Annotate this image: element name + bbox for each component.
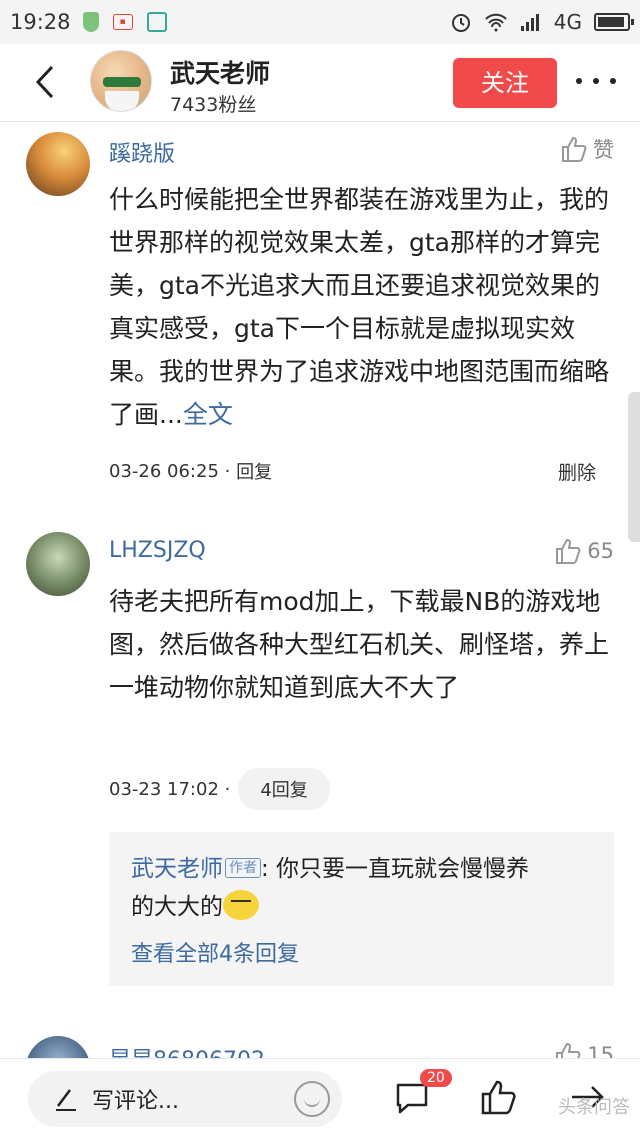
comment-username[interactable]: LHZSJZQ [109,538,206,563]
smirk-emoji-icon [223,890,259,920]
author-fans: 7433粉丝 [170,94,257,116]
comment-body: 什么时候能把全世界都装在游戏里为止，我的世界那样的视觉效果太差，gta那样的才算… [109,185,610,429]
glasses-shape [103,77,141,87]
more-icon[interactable] [576,78,616,86]
app-notification-icon: ▪ [112,14,133,30]
comment-username[interactable]: 蹊跷版 [109,136,175,168]
back-icon[interactable] [30,64,62,100]
bottom-bar: 写评论... 20 头条问答 [0,1058,640,1138]
reply-author[interactable]: 武天老师 [131,856,223,882]
comment-text: 什么时候能把全世界都装在游戏里为止，我的世界那样的视觉效果太差，gta那样的才算… [109,178,614,436]
network-type: 4G [553,10,582,34]
read-more-link[interactable]: 全文 [183,400,233,429]
view-all-replies-link[interactable]: 查看全部4条回复 [131,936,592,968]
shield-icon [82,12,99,32]
thumbs-up-icon [556,1042,581,1058]
delete-link[interactable]: 删除 [558,458,596,485]
like-button[interactable]: 赞 [559,134,614,164]
comment-item: LHZSJZQ 65 待老夫把所有mod加上，下载最NB的游戏地图，然后做各种大… [0,522,640,1002]
author-avatar[interactable] [90,50,152,112]
comment-text: 待老夫把所有mod加上，下载最NB的游戏地图，然后做各种大型红石机关、刷怪塔，养… [109,587,610,702]
comment-item: 昱昱86806702 15 [0,1032,640,1058]
comment-username[interactable]: 昱昱86806702 [109,1042,265,1058]
reply-text-part1: : 你只要一直玩就会慢慢养 [261,856,530,882]
thumbs-up-icon[interactable] [478,1077,518,1117]
wifi-icon [485,13,507,32]
user-avatar[interactable] [26,1036,90,1058]
status-indicators: 4G [450,10,634,34]
comment-list: 蹊跷版 赞 什么时候能把全世界都装在游戏里为止，我的世界那样的视觉效果太差，gt… [0,122,640,1058]
reply-link[interactable]: 回复 [236,458,272,484]
status-time: 19:28 [10,10,71,34]
comment-time: 03-26 06:25 [109,460,219,482]
author-tag: 作者 [225,858,261,878]
meta-separator: · [218,778,231,800]
reply-text-part2: 的大大的 [131,894,223,920]
user-avatar[interactable] [26,532,90,596]
signal-icon [520,14,539,31]
status-bar: 19:28 ▪ 4G [0,0,640,44]
like-button[interactable]: 15 [553,1040,614,1058]
like-label: 赞 [593,138,614,162]
comment-meta: 03-23 17:02 · 4回复 [109,768,330,810]
like-count: 15 [587,1043,614,1058]
scan-icon [146,12,167,32]
reply-preview-text: 武天老师 作者: 你只要一直玩就会慢慢养 的大大的 [131,850,592,926]
thumbs-up-icon [562,136,587,162]
beard-shape [105,91,139,111]
comment-item: 蹊跷版 赞 什么时候能把全世界都装在游戏里为止，我的世界那样的视觉效果太差，gt… [0,122,640,502]
meta-separator: · [218,460,237,482]
follow-button[interactable]: 关注 [453,58,557,108]
like-count: 65 [587,539,614,563]
scrollbar[interactable] [628,392,640,542]
alarm-icon [451,14,470,32]
pen-icon [56,1089,76,1111]
user-avatar[interactable] [26,132,90,196]
reply-preview[interactable]: 武天老师 作者: 你只要一直玩就会慢慢养 的大大的 查看全部4条回复 [109,832,614,986]
comment-count-badge: 20 [420,1069,452,1087]
comment-time: 03-23 17:02 [109,778,219,800]
author-name[interactable]: 武天老师 [170,54,270,90]
watermark: 头条问答 [558,1097,630,1118]
reply-count-button[interactable]: 4回复 [238,768,330,810]
emoji-icon[interactable] [294,1081,330,1117]
comment-input-placeholder: 写评论... [92,1089,179,1114]
comment-meta: 03-26 06:25 · 回复 [109,458,272,484]
like-button[interactable]: 65 [553,536,614,566]
thumbs-up-icon [556,538,581,564]
comment-input[interactable]: 写评论... [28,1071,342,1127]
battery-icon [594,13,634,31]
header: 武天老师 7433粉丝 关注 [0,44,640,122]
